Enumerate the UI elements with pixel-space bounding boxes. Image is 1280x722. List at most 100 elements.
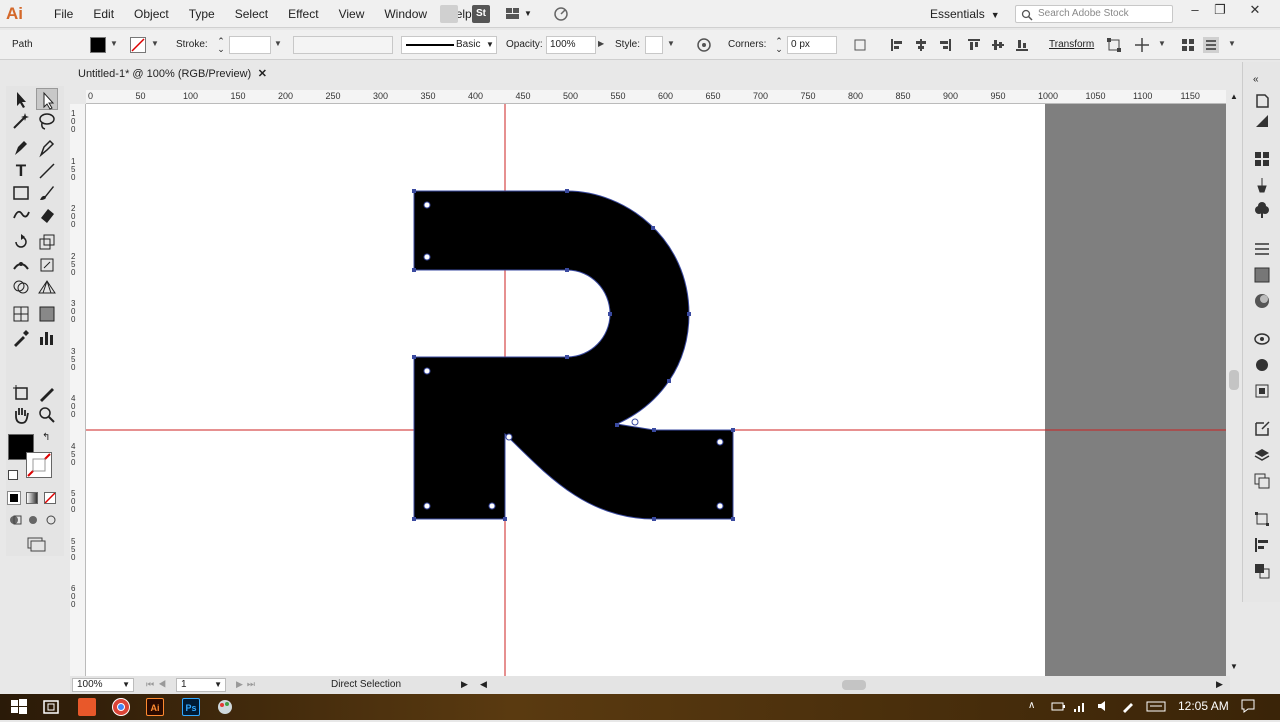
transform-panel-icon[interactable] — [1253, 510, 1271, 528]
scroll-up-icon[interactable]: ▲ — [1230, 92, 1238, 101]
properties-panel-icon[interactable] — [1253, 92, 1271, 110]
default-colors-icon[interactable] — [8, 470, 18, 480]
gradient-panel-icon[interactable] — [1253, 266, 1271, 284]
perspective-grid-tool-icon[interactable] — [36, 276, 58, 298]
navigator-panel-icon[interactable] — [1253, 112, 1271, 130]
screen-mode-icon[interactable] — [26, 536, 46, 552]
brushes-panel-icon[interactable] — [1253, 176, 1271, 194]
color-mode-icon[interactable] — [7, 491, 21, 505]
artboard-number-field[interactable]: 1 ▼ — [176, 678, 226, 692]
arrange-chevron-icon[interactable]: ▼ — [524, 5, 542, 23]
photoshop-taskbar-icon[interactable]: Ps — [182, 698, 200, 716]
menu-edit[interactable]: Edit — [83, 0, 124, 28]
isolate-dropdown-icon[interactable]: ▼ — [1158, 39, 1166, 48]
isolate-icon[interactable] — [1134, 37, 1150, 53]
fill-dropdown-icon[interactable]: ▼ — [110, 39, 118, 48]
vertical-ruler[interactable]: 100 150 200 250 300 350 400 450 500 550 600 — [70, 104, 86, 676]
swap-colors-icon[interactable]: ↰ — [42, 432, 50, 443]
notifications-icon[interactable] — [1240, 698, 1256, 714]
panel-options-icon[interactable] — [1203, 37, 1219, 53]
windows-start-icon[interactable] — [10, 698, 28, 716]
pen-input-icon[interactable] — [1120, 698, 1136, 714]
arrange-documents-icon[interactable] — [504, 5, 522, 23]
align-bottom-icon[interactable] — [1014, 37, 1030, 53]
rotate-tool-icon[interactable] — [10, 231, 32, 253]
restore-button[interactable]: ❐ — [1203, 0, 1237, 22]
taskbar-app-icon[interactable] — [78, 698, 96, 716]
appearance-panel-icon[interactable] — [1253, 330, 1271, 348]
eraser-tool-icon[interactable] — [36, 204, 58, 226]
vertical-scrollbar[interactable]: ▲ ▼ — [1226, 90, 1242, 676]
stock-button[interactable]: St — [472, 5, 490, 23]
chrome-icon[interactable] — [112, 698, 130, 716]
illustrator-taskbar-icon[interactable]: Ai — [146, 698, 164, 716]
panel-options-dropdown-icon[interactable]: ▼ — [1228, 39, 1236, 48]
artboard-nav-next-icons[interactable]: ▶⏭ — [236, 679, 259, 690]
stroke-weight-stepper[interactable]: ⌃ ⌄ — [213, 37, 229, 54]
swatches-panel-icon[interactable] — [1253, 150, 1271, 168]
mesh-tool-icon[interactable] — [10, 303, 32, 325]
recolor-artwork-icon[interactable] — [696, 37, 712, 53]
arrange-icon[interactable] — [1180, 37, 1196, 53]
volume-icon[interactable] — [1096, 698, 1112, 714]
stroke-weight-dropdown-icon[interactable]: ▼ — [274, 39, 282, 48]
stroke-swatch[interactable] — [130, 37, 146, 53]
pathfinder-panel-icon[interactable] — [1253, 562, 1271, 580]
align-panel-icon[interactable] — [1253, 536, 1271, 554]
graph-tool-icon[interactable] — [36, 327, 58, 349]
type-tool-icon[interactable]: T — [10, 160, 32, 182]
paint-taskbar-icon[interactable] — [216, 698, 234, 716]
gradient-tool-icon[interactable] — [36, 303, 58, 325]
stroke-weight-field[interactable] — [229, 36, 271, 54]
gpu-performance-icon[interactable] — [552, 5, 570, 23]
gradient-mode-icon[interactable] — [26, 492, 38, 504]
brush-definition[interactable]: Basic ▼ — [401, 36, 497, 54]
artboard-tool-icon[interactable] — [10, 382, 32, 404]
scroll-right-icon[interactable]: ▶ — [1216, 679, 1223, 690]
zoom-level-field[interactable]: 100% ▼ — [72, 678, 134, 692]
align-middle-icon[interactable] — [990, 37, 1006, 53]
menu-select[interactable]: Select — [225, 0, 278, 28]
scroll-down-icon[interactable]: ▼ — [1230, 662, 1238, 671]
shaper-tool-icon[interactable] — [10, 204, 32, 226]
close-window-button[interactable]: ✕ — [1238, 0, 1272, 22]
free-transform-tool-icon[interactable] — [36, 254, 58, 276]
graphic-style-swatch[interactable] — [645, 36, 663, 54]
corners-stepper[interactable]: ⌃ ⌄ — [771, 37, 787, 54]
artboard-nav-prev-icons[interactable]: ⏮◀ — [146, 679, 170, 690]
corners-field[interactable]: 0 px — [787, 36, 837, 54]
direct-selection-tool-icon[interactable] — [36, 88, 58, 110]
fill-swatch[interactable] — [90, 37, 106, 53]
style-dropdown-icon[interactable]: ▼ — [667, 39, 675, 48]
draw-normal-icon[interactable] — [8, 513, 22, 527]
scale-tool-icon[interactable] — [36, 231, 58, 253]
eyedropper-tool-icon[interactable] — [10, 327, 32, 349]
draw-inside-icon[interactable] — [44, 513, 58, 527]
pen-tool-icon[interactable] — [10, 136, 32, 158]
horizontal-scroll-thumb[interactable] — [842, 680, 866, 690]
horizontal-scrollbar[interactable]: ◀ ▶ — [478, 678, 1226, 692]
artboards-panel-icon[interactable] — [1253, 472, 1271, 490]
export-panel-icon[interactable] — [1253, 420, 1271, 438]
taskbar-clock[interactable]: 12:05 AM — [1178, 699, 1229, 713]
menu-type[interactable]: Type — [179, 0, 225, 28]
shape-builder-tool-icon[interactable] — [10, 276, 32, 298]
variable-width-profile[interactable] — [293, 36, 393, 54]
align-to-icon[interactable] — [853, 37, 869, 53]
curvature-tool-icon[interactable] — [36, 136, 58, 158]
none-mode-icon[interactable] — [44, 492, 56, 504]
layers-panel-icon[interactable] — [1253, 446, 1271, 464]
zoom-tool-icon[interactable] — [36, 404, 58, 426]
magic-wand-tool-icon[interactable] — [10, 110, 32, 132]
workspace-switcher[interactable]: Essentials ▼ — [930, 0, 1000, 29]
artwork-layer[interactable] — [86, 104, 1226, 676]
show-hidden-icons[interactable]: ∧ — [1028, 700, 1035, 711]
menu-file[interactable]: File — [44, 0, 83, 28]
asset-export-panel-icon[interactable] — [1253, 382, 1271, 400]
document-tab[interactable]: Untitled-1* @ 100% (RGB/Preview) ✕ — [70, 62, 275, 86]
collapse-panels-icon[interactable]: « — [1253, 74, 1271, 92]
align-right-icon[interactable] — [937, 37, 953, 53]
network-icon[interactable] — [1072, 698, 1088, 714]
battery-icon[interactable] — [1050, 698, 1066, 714]
scroll-thumb[interactable] — [1229, 370, 1239, 390]
